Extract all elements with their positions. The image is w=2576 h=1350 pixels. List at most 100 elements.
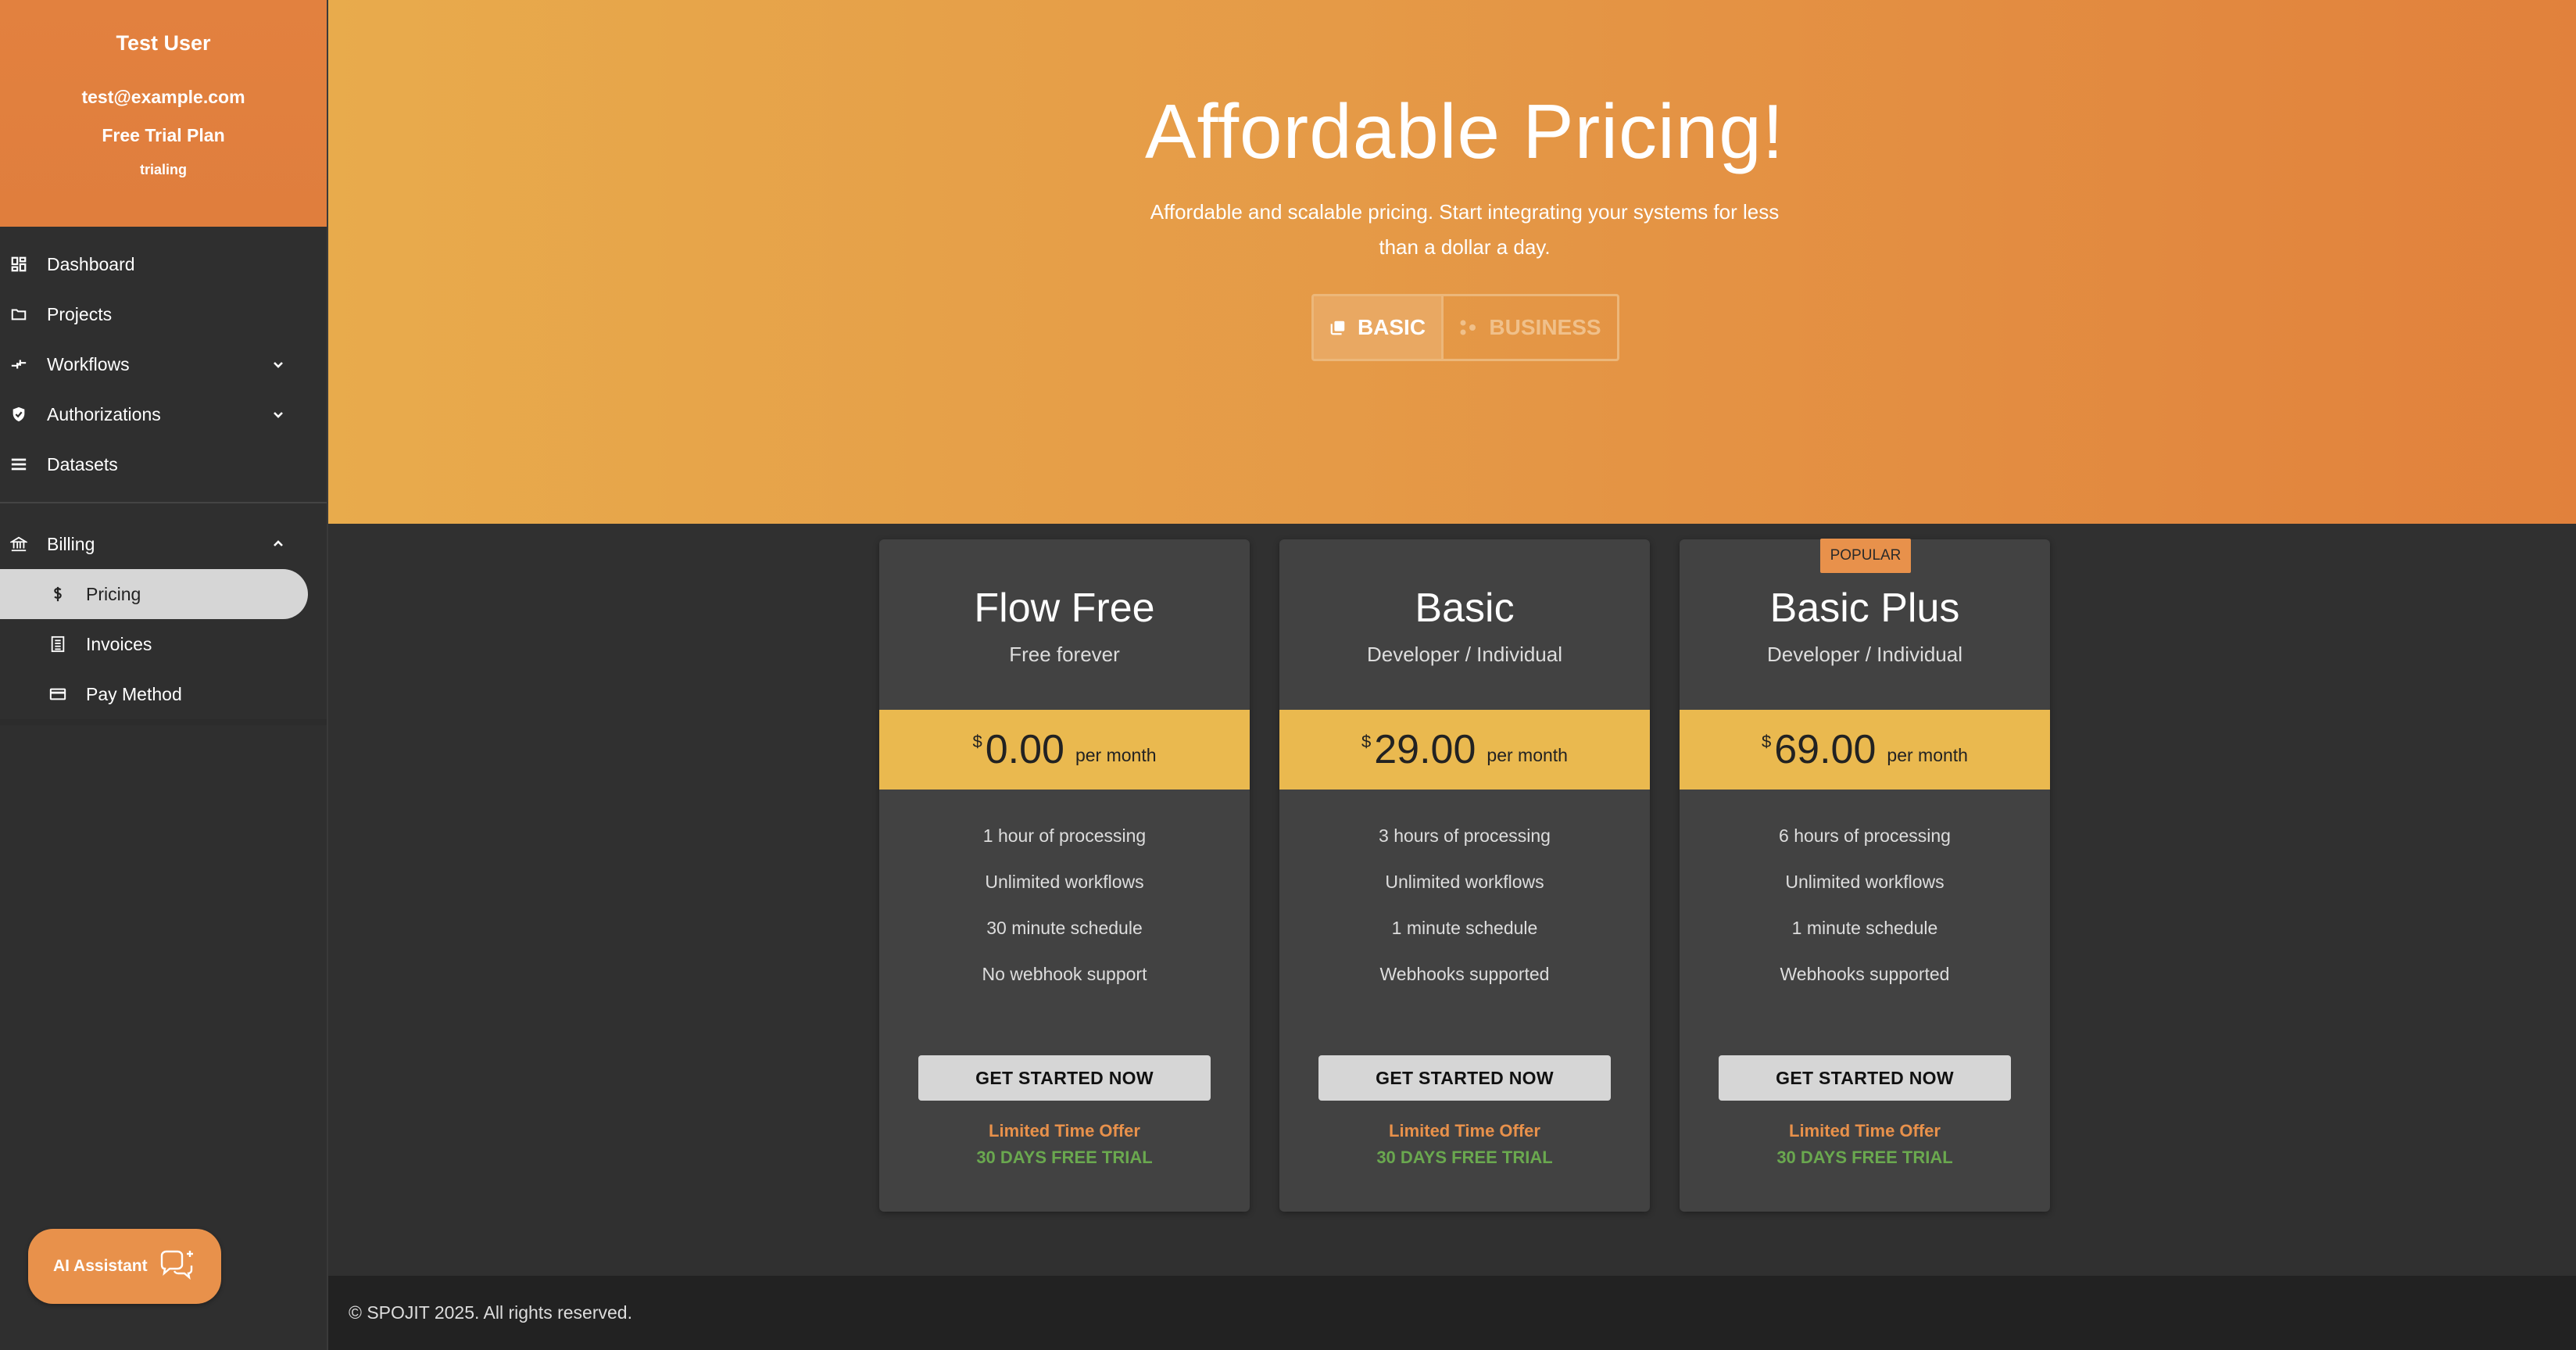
user-status: trialing (139, 162, 187, 177)
plan-name: Flow Free (974, 585, 1155, 631)
get-started-button[interactable]: GET STARTED NOW (918, 1055, 1211, 1101)
get-started-button[interactable]: GET STARTED NOW (1318, 1055, 1611, 1101)
free-trial-label: 30 DAYS FREE TRIAL (1376, 1148, 1553, 1167)
sidebar-item-label: Workflows (47, 353, 130, 374)
sidebar-item-dashboard[interactable]: Dashboard (0, 239, 327, 289)
limited-offer-label: Limited Time Offer (1389, 1121, 1540, 1141)
feature-item: 1 minute schedule (1791, 918, 1938, 938)
price-amount: 0.00 (985, 727, 1064, 772)
sidebar-item-workflows[interactable]: Workflows (0, 339, 327, 389)
sidebar-item-label: Authorizations (47, 403, 161, 424)
dollar-icon (48, 585, 67, 603)
plan-card-basic: Basic Developer / Individual $ 29.00 per… (1279, 539, 1650, 1212)
feature-item: 30 minute schedule (986, 918, 1143, 938)
main-content: Affordable Pricing! Affordable and scala… (328, 0, 2576, 1350)
sidebar-item-authorizations[interactable]: Authorizations (0, 389, 327, 439)
price-band: $ 0.00 per month (879, 710, 1250, 790)
bank-icon (9, 535, 28, 553)
hub-icon (1459, 319, 1478, 336)
price-band: $ 69.00 per month (1680, 710, 2050, 790)
plan-subtitle: Developer / Individual (1366, 643, 1563, 666)
price-period: per month (1887, 744, 1968, 765)
feature-item: Webhooks supported (1379, 964, 1550, 984)
user-card: Test User test@example.com Free Trial Pl… (0, 0, 327, 227)
sidebar-item-billing[interactable]: Billing (0, 519, 327, 569)
free-trial-label: 30 DAYS FREE TRIAL (1776, 1148, 1953, 1167)
sidebar-item-pricing[interactable]: Pricing (0, 569, 308, 619)
toggle-business-label: BUSINESS (1489, 315, 1601, 339)
feature-list: 6 hours of processing Unlimited workflow… (1680, 825, 2050, 1010)
plan-card-flow-free: Flow Free Free forever $ 0.00 per month … (879, 539, 1250, 1212)
layers-icon (1329, 319, 1347, 336)
app: Test User test@example.com Free Trial Pl… (0, 0, 2576, 1350)
price-period: per month (1075, 744, 1157, 765)
sidebar-item-label: Projects (47, 303, 113, 324)
limited-offer-label: Limited Time Offer (989, 1121, 1140, 1141)
toggle-basic-label: BASIC (1357, 315, 1426, 339)
shield-icon (9, 405, 28, 424)
sidebar-item-label: Dashboard (47, 253, 135, 274)
footer: © SPOJIT 2025. All rights reserved. (328, 1276, 2576, 1350)
price-currency: $ (1361, 732, 1372, 751)
feature-list: 1 hour of processing Unlimited workflows… (879, 825, 1250, 1010)
billing-nav: Billing Pricing Invoices Pay Method (0, 503, 327, 719)
feature-item: Unlimited workflows (985, 872, 1144, 892)
chevron-down-icon[interactable] (269, 405, 288, 424)
folder-icon (9, 305, 28, 324)
billing-section: Billing Pricing Invoices Pay Method (0, 503, 327, 725)
workflow-icon (9, 355, 28, 374)
sidebar-item-pay-method[interactable]: Pay Method (0, 669, 327, 719)
feature-item: 6 hours of processing (1779, 825, 1951, 846)
dashboard-icon (9, 255, 28, 274)
chevron-up-icon[interactable] (269, 535, 288, 553)
limited-offer-label: Limited Time Offer (1789, 1121, 1941, 1141)
copyright-text: © SPOJIT 2025. All rights reserved. (349, 1302, 632, 1323)
price-amount: 29.00 (1374, 727, 1476, 772)
feature-item: Unlimited workflows (1385, 872, 1544, 892)
sidebar-item-label: Pay Method (86, 683, 182, 704)
toggle-basic-button[interactable]: BASIC (1314, 296, 1444, 359)
credit-card-icon (48, 685, 67, 704)
sidebar-item-datasets[interactable]: Datasets (0, 439, 327, 489)
popular-badge: POPULAR (1820, 539, 1911, 573)
pricing-hero: Affordable Pricing! Affordable and scala… (328, 0, 2576, 524)
sidebar-item-label: Datasets (47, 453, 118, 474)
sidebar-item-invoices[interactable]: Invoices (0, 619, 327, 669)
sidebar-item-label: Billing (47, 533, 95, 554)
plan-name: Basic Plus (1769, 585, 1960, 631)
list-icon (9, 455, 28, 474)
feature-item: 1 hour of processing (982, 825, 1147, 846)
page-title: Affordable Pricing! (1145, 88, 1784, 174)
user-name: Test User (116, 31, 211, 55)
chevron-down-icon[interactable] (269, 355, 288, 374)
user-email: test@example.com (81, 87, 245, 107)
feature-item: Webhooks supported (1780, 964, 1950, 984)
sidebar: Test User test@example.com Free Trial Pl… (0, 0, 328, 1350)
plan-card-basic-plus: POPULAR Basic Plus Developer / Individua… (1680, 539, 2050, 1212)
sidebar-item-projects[interactable]: Projects (0, 289, 327, 339)
chat-sparkle-icon (160, 1250, 193, 1280)
plan-name: Basic (1415, 585, 1515, 631)
get-started-button[interactable]: GET STARTED NOW (1719, 1055, 2011, 1101)
feature-item: No webhook support (982, 964, 1147, 984)
price-period: per month (1487, 744, 1568, 765)
user-plan: Free Trial Plan (102, 125, 225, 145)
feature-item: Unlimited workflows (1785, 872, 1945, 892)
ai-assistant-label: AI Assistant (53, 1257, 148, 1275)
toggle-business-button[interactable]: BUSINESS (1444, 296, 1617, 359)
price-amount: 69.00 (1774, 727, 1877, 772)
plan-subtitle: Developer / Individual (1766, 643, 1963, 666)
ai-assistant-button[interactable]: AI Assistant (28, 1229, 221, 1304)
plan-type-toggle: BASIC BUSINESS (1311, 294, 1619, 361)
sidebar-nav: Dashboard Projects Workflows Authorizati… (0, 227, 327, 503)
feature-item: 1 minute schedule (1391, 918, 1538, 938)
feature-list: 3 hours of processing Unlimited workflow… (1279, 825, 1650, 1010)
feature-item: 3 hours of processing (1379, 825, 1551, 846)
free-trial-label: 30 DAYS FREE TRIAL (976, 1148, 1153, 1167)
price-band: $ 29.00 per month (1279, 710, 1650, 790)
receipt-icon (48, 635, 67, 654)
sidebar-item-label: Pricing (86, 583, 141, 604)
plan-subtitle: Free forever (1009, 643, 1120, 666)
price-currency: $ (1762, 732, 1772, 751)
sidebar-item-label: Invoices (86, 633, 152, 654)
